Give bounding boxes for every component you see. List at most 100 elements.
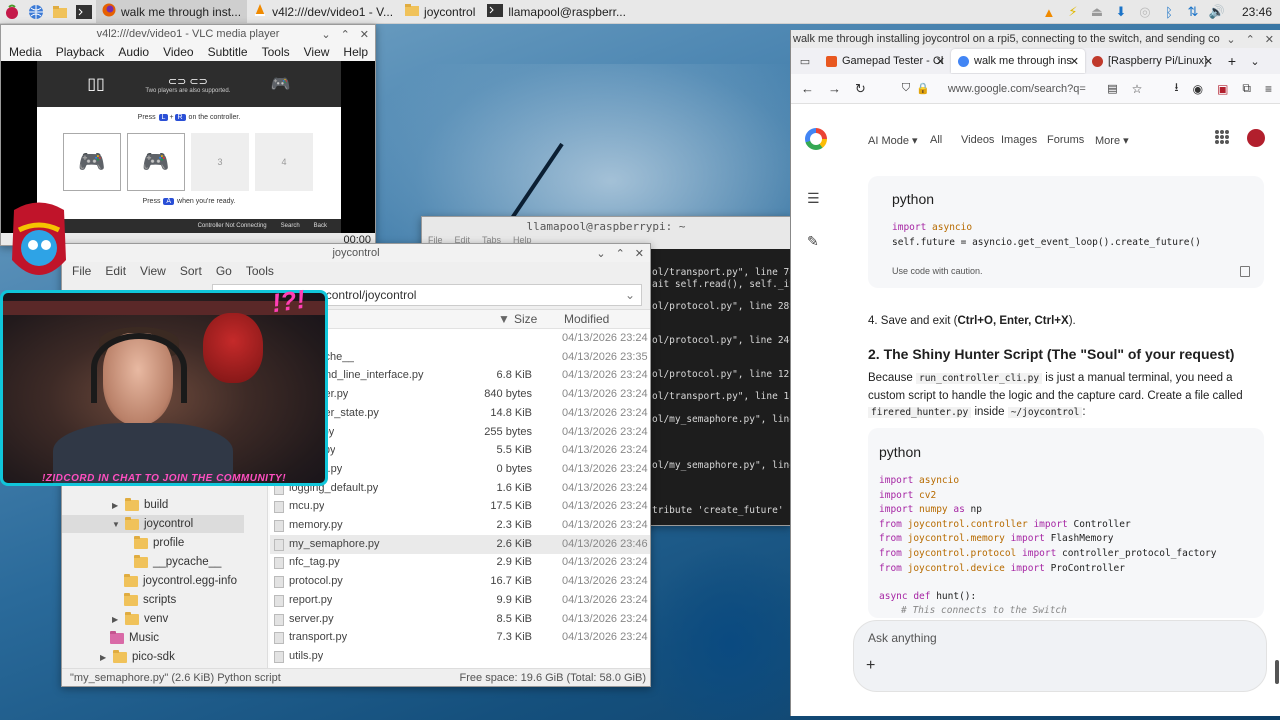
- menu-sort[interactable]: Sort: [180, 264, 202, 278]
- menu-tools[interactable]: Tools: [246, 264, 274, 278]
- google-tab-images[interactable]: Images: [1001, 134, 1037, 146]
- volume-icon[interactable]: 🔊: [1208, 3, 1226, 21]
- google-tab-more[interactable]: More ▾: [1095, 134, 1129, 147]
- extension-icon[interactable]: ▣: [1217, 82, 1228, 96]
- close-icon[interactable]: ✕: [1265, 33, 1274, 46]
- google-tab-all[interactable]: All: [930, 134, 942, 146]
- google-tab-forums[interactable]: Forums: [1047, 134, 1084, 146]
- file-row[interactable]: mcu.py 17.5 KiB 04/13/2026 23:24: [270, 497, 650, 516]
- taskbar-task-firefox[interactable]: walk me through inst...: [96, 0, 248, 24]
- network-icon[interactable]: ◎: [1136, 3, 1154, 21]
- forward-icon[interactable]: →: [828, 81, 841, 96]
- sort-arrow-icon[interactable]: ▼: [498, 312, 510, 326]
- file-row[interactable]: memory.py 2.3 KiB 04/13/2026 23:24: [270, 516, 650, 535]
- new-chat-icon[interactable]: ✎: [807, 233, 820, 250]
- account-icon[interactable]: ◉: [1193, 82, 1203, 96]
- reader-icon[interactable]: ▤: [1107, 82, 1117, 95]
- close-icon[interactable]: ✕: [635, 247, 644, 260]
- tab-list-icon[interactable]: ⌄: [1245, 55, 1265, 68]
- google-apps-icon[interactable]: [1215, 130, 1229, 144]
- expand-arrow-icon[interactable]: ▶: [112, 615, 120, 624]
- menu-go[interactable]: Go: [216, 264, 232, 278]
- avatar[interactable]: [1247, 129, 1265, 147]
- close-icon[interactable]: ✕: [360, 28, 369, 41]
- back-icon[interactable]: ←: [801, 81, 814, 96]
- maximize-icon[interactable]: ⌃: [1246, 33, 1255, 46]
- file-row[interactable]: my_semaphore.py 2.6 KiB 04/13/2026 23:46: [270, 534, 650, 554]
- tree-item-music[interactable]: Music: [110, 629, 159, 647]
- raspberry-menu-icon[interactable]: [0, 0, 24, 24]
- lock-icon[interactable]: 🔒: [916, 82, 930, 95]
- close-tab-icon[interactable]: ✕: [1070, 55, 1079, 68]
- clock[interactable]: 23:46: [1242, 5, 1272, 19]
- ask-input-box[interactable]: Ask anything +: [853, 620, 1267, 692]
- tree-item-egg-info[interactable]: joycontrol.egg-info: [124, 572, 237, 590]
- tree-item-build[interactable]: ▶ build: [112, 496, 168, 514]
- vlc-titlebar[interactable]: v4l2:///dev/video1 - VLC media player ⌄ ⌃…: [1, 25, 375, 43]
- minimize-icon[interactable]: ⌄: [596, 247, 605, 260]
- collapse-arrow-icon[interactable]: ▼: [112, 520, 120, 529]
- file-row[interactable]: utils.py: [270, 647, 650, 666]
- tree-item-pico-sdk[interactable]: ▶ pico-sdk: [100, 648, 175, 666]
- bluetooth-icon[interactable]: ᛒ: [1160, 3, 1178, 21]
- add-attachment-icon[interactable]: +: [866, 657, 875, 675]
- minimize-icon[interactable]: ⌄: [1226, 33, 1235, 46]
- menu-icon[interactable]: ≡: [1265, 82, 1272, 96]
- file-row[interactable]: report.py 9.9 KiB 04/13/2026 23:24: [270, 591, 650, 610]
- terminal-launcher-icon[interactable]: [72, 0, 96, 24]
- file-row[interactable]: server.py 8.5 KiB 04/13/2026 23:24: [270, 610, 650, 629]
- file-row[interactable]: nfc_tag.py 2.9 KiB 04/13/2026 23:24: [270, 553, 650, 572]
- file-manager-launcher-icon[interactable]: [48, 0, 72, 24]
- menu-tools[interactable]: Tools: [262, 45, 290, 59]
- download-icon[interactable]: ⬇: [1112, 3, 1130, 21]
- menu-help[interactable]: Help: [343, 45, 368, 59]
- expand-arrow-icon[interactable]: ▶: [112, 501, 120, 510]
- menu-edit[interactable]: Edit: [105, 264, 126, 278]
- power-icon[interactable]: ⚡: [1064, 3, 1082, 21]
- menu-playback[interactable]: Playback: [56, 45, 105, 59]
- menu-view[interactable]: View: [304, 45, 330, 59]
- menu-audio[interactable]: Audio: [118, 45, 149, 59]
- google-tab-videos[interactable]: Videos: [961, 134, 994, 146]
- tab-overview-icon[interactable]: ▭: [791, 55, 819, 68]
- close-tab-icon[interactable]: ✕: [1204, 55, 1213, 68]
- tree-item-joycontrol[interactable]: ▼ joycontrol: [62, 515, 244, 533]
- copy-icon[interactable]: [1240, 266, 1250, 277]
- terminal-titlebar[interactable]: llamapool@raspberrypi: ~: [422, 217, 790, 235]
- file-row[interactable]: transport.py 7.3 KiB 04/13/2026 23:24: [270, 628, 650, 647]
- tree-item-profile[interactable]: profile: [134, 534, 184, 552]
- url-field[interactable]: www.google.com/search?q=: [948, 83, 1086, 95]
- close-tab-icon[interactable]: ✕: [936, 55, 945, 68]
- menu-subtitle[interactable]: Subtitle: [208, 45, 248, 59]
- history-list-icon[interactable]: ☰: [807, 190, 820, 207]
- transfer-icon[interactable]: ⇅: [1184, 3, 1202, 21]
- menu-video[interactable]: Video: [163, 45, 193, 59]
- extensions-icon[interactable]: ⧉: [1242, 81, 1251, 96]
- tab-raspberry-pi[interactable]: [Raspberry Pi/Linux] ✕: [1085, 49, 1219, 73]
- taskbar-task-joycontrol[interactable]: joycontrol: [399, 0, 481, 24]
- tab-google-search[interactable]: walk me through ins ✕: [951, 49, 1085, 73]
- firefox-titlebar[interactable]: walk me through installing joycontrol on…: [791, 30, 1280, 48]
- menu-view[interactable]: View: [140, 264, 166, 278]
- taskbar-task-terminal[interactable]: llamapool@raspberr...: [481, 0, 632, 24]
- taskbar-task-vlc[interactable]: v4l2:///dev/video1 - V...: [247, 0, 399, 24]
- tree-item-pycache[interactable]: __pycache__: [134, 553, 221, 571]
- column-modified[interactable]: Modified: [564, 312, 609, 326]
- tree-item-scripts[interactable]: scripts: [124, 591, 176, 609]
- column-size[interactable]: Size: [514, 312, 537, 326]
- eject-icon[interactable]: ⏏: [1088, 3, 1106, 21]
- maximize-icon[interactable]: ⌃: [616, 247, 625, 260]
- google-tab-ai-mode[interactable]: AI Mode ▾: [868, 134, 918, 147]
- tab-gamepad-tester[interactable]: Gamepad Tester - Cl ✕: [819, 49, 951, 73]
- expand-arrow-icon[interactable]: ▶: [100, 653, 108, 662]
- tree-item-venv[interactable]: ▶ venv: [112, 610, 168, 628]
- file-manager-titlebar[interactable]: joycontrol ⌄ ⌃ ✕: [62, 244, 650, 262]
- downloads-icon[interactable]: ⭳: [1174, 78, 1178, 99]
- chevron-down-icon[interactable]: ⌄: [625, 288, 635, 302]
- browser-launcher-icon[interactable]: [24, 0, 48, 24]
- new-tab-icon[interactable]: +: [1219, 53, 1245, 69]
- bookmark-star-icon[interactable]: ☆: [1132, 82, 1143, 96]
- file-row[interactable]: protocol.py 16.7 KiB 04/13/2026 23:24: [270, 572, 650, 591]
- maximize-icon[interactable]: ⌃: [341, 28, 350, 41]
- reload-icon[interactable]: ↻: [855, 81, 866, 97]
